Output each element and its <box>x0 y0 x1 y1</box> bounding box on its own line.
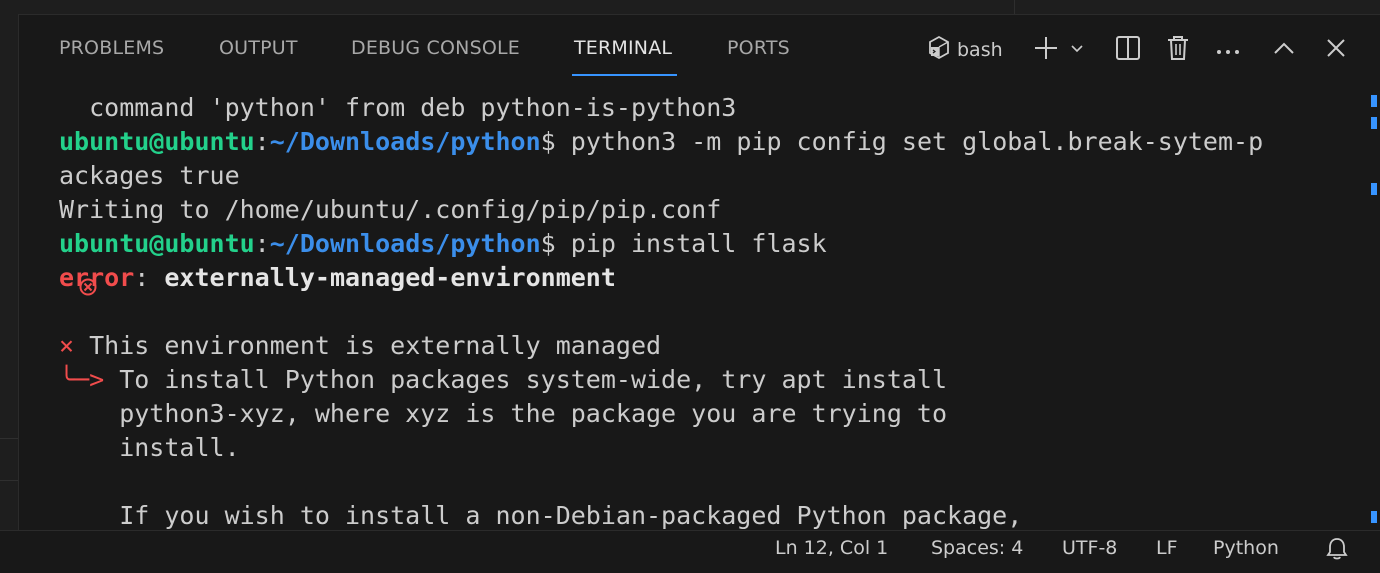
terminal-line: install. <box>59 433 240 462</box>
tab-ports[interactable]: PORTS <box>727 37 790 59</box>
error-message: externally-managed-environment <box>164 263 616 292</box>
tab-terminal[interactable]: TERMINAL <box>571 37 678 76</box>
terminal-line: ╰─> To install Python packages system-wi… <box>59 365 948 394</box>
status-language[interactable]: Python <box>1213 537 1279 559</box>
terminal-line: error: externally-managed-environment <box>59 263 616 292</box>
tab-problems[interactable]: PROBLEMS <box>59 37 164 59</box>
prompt-path: ~/Downloads/python <box>269 229 541 258</box>
terminal-icon <box>927 35 951 65</box>
activity-edge <box>0 14 18 530</box>
tab-output[interactable]: OUTPUT <box>219 37 298 59</box>
shell-label: bash <box>957 39 1003 61</box>
split-icon <box>1115 35 1141 65</box>
terminal-line: command 'python' from deb python-is-pyth… <box>59 93 737 122</box>
command-text: $ python3 -m pip config set global.break… <box>540 127 1264 156</box>
kill-terminal-button[interactable] <box>1163 33 1193 67</box>
terminal-line: If you wish to install a non-Debian-pack… <box>59 501 1023 530</box>
status-eol[interactable]: LF <box>1156 537 1178 559</box>
status-cursor-position[interactable]: Ln 12, Col 1 <box>775 537 888 559</box>
chevron-down-icon <box>1069 40 1085 60</box>
terminal-profiles-dropdown[interactable] <box>1067 33 1087 67</box>
new-terminal-button[interactable] <box>1031 33 1061 67</box>
status-encoding[interactable]: UTF-8 <box>1062 537 1117 559</box>
chevron-up-icon <box>1273 40 1295 60</box>
terminal-overview-ruler[interactable] <box>1371 87 1380 531</box>
terminal-line: python3-xyz, where xyz is the package yo… <box>59 399 948 428</box>
terminal-line: ackages true <box>59 161 240 190</box>
terminal-line: × This environment is externally managed <box>59 331 662 360</box>
terminal-line: ubuntu@ubuntu:~/Downloads/python$ pip in… <box>59 229 827 258</box>
maximize-panel-button[interactable] <box>1269 33 1299 67</box>
trash-icon <box>1166 35 1190 65</box>
terminal-output[interactable]: command 'python' from deb python-is-pyth… <box>59 91 1355 531</box>
close-panel-button[interactable] <box>1321 33 1351 67</box>
status-bar: Ln 12, Col 1 Spaces: 4 UTF-8 LF Python <box>0 530 1380 573</box>
terminal-shell-selector[interactable]: bash <box>927 33 1017 67</box>
prompt-user: ubuntu@ubuntu <box>59 229 255 258</box>
prompt-path: ~/Downloads/python <box>269 127 541 156</box>
plus-icon <box>1033 35 1059 65</box>
status-indentation[interactable]: Spaces: 4 <box>931 537 1023 559</box>
terminal-line: Writing to /home/ubuntu/.config/pip/pip.… <box>59 195 722 224</box>
error-label: error <box>59 263 135 292</box>
error-hint-arrow: ╰─> <box>59 365 105 394</box>
more-actions-button[interactable] <box>1213 33 1243 67</box>
editor-divider <box>1014 0 1015 14</box>
bottom-panel: PROBLEMS OUTPUT DEBUG CONSOLE TERMINAL P… <box>18 14 1380 531</box>
bell-icon[interactable] <box>1325 536 1349 567</box>
ellipsis-icon <box>1215 41 1241 60</box>
error-cross: × <box>59 331 75 360</box>
close-icon <box>1326 38 1346 62</box>
editor-top-strip <box>0 0 1380 14</box>
split-terminal-button[interactable] <box>1113 33 1143 67</box>
command-text: $ pip install flask <box>540 229 827 258</box>
tab-debug-console[interactable]: DEBUG CONSOLE <box>351 37 520 59</box>
prompt-user: ubuntu@ubuntu <box>59 127 255 156</box>
terminal-line: ubuntu@ubuntu:~/Downloads/python$ python… <box>59 127 1264 156</box>
